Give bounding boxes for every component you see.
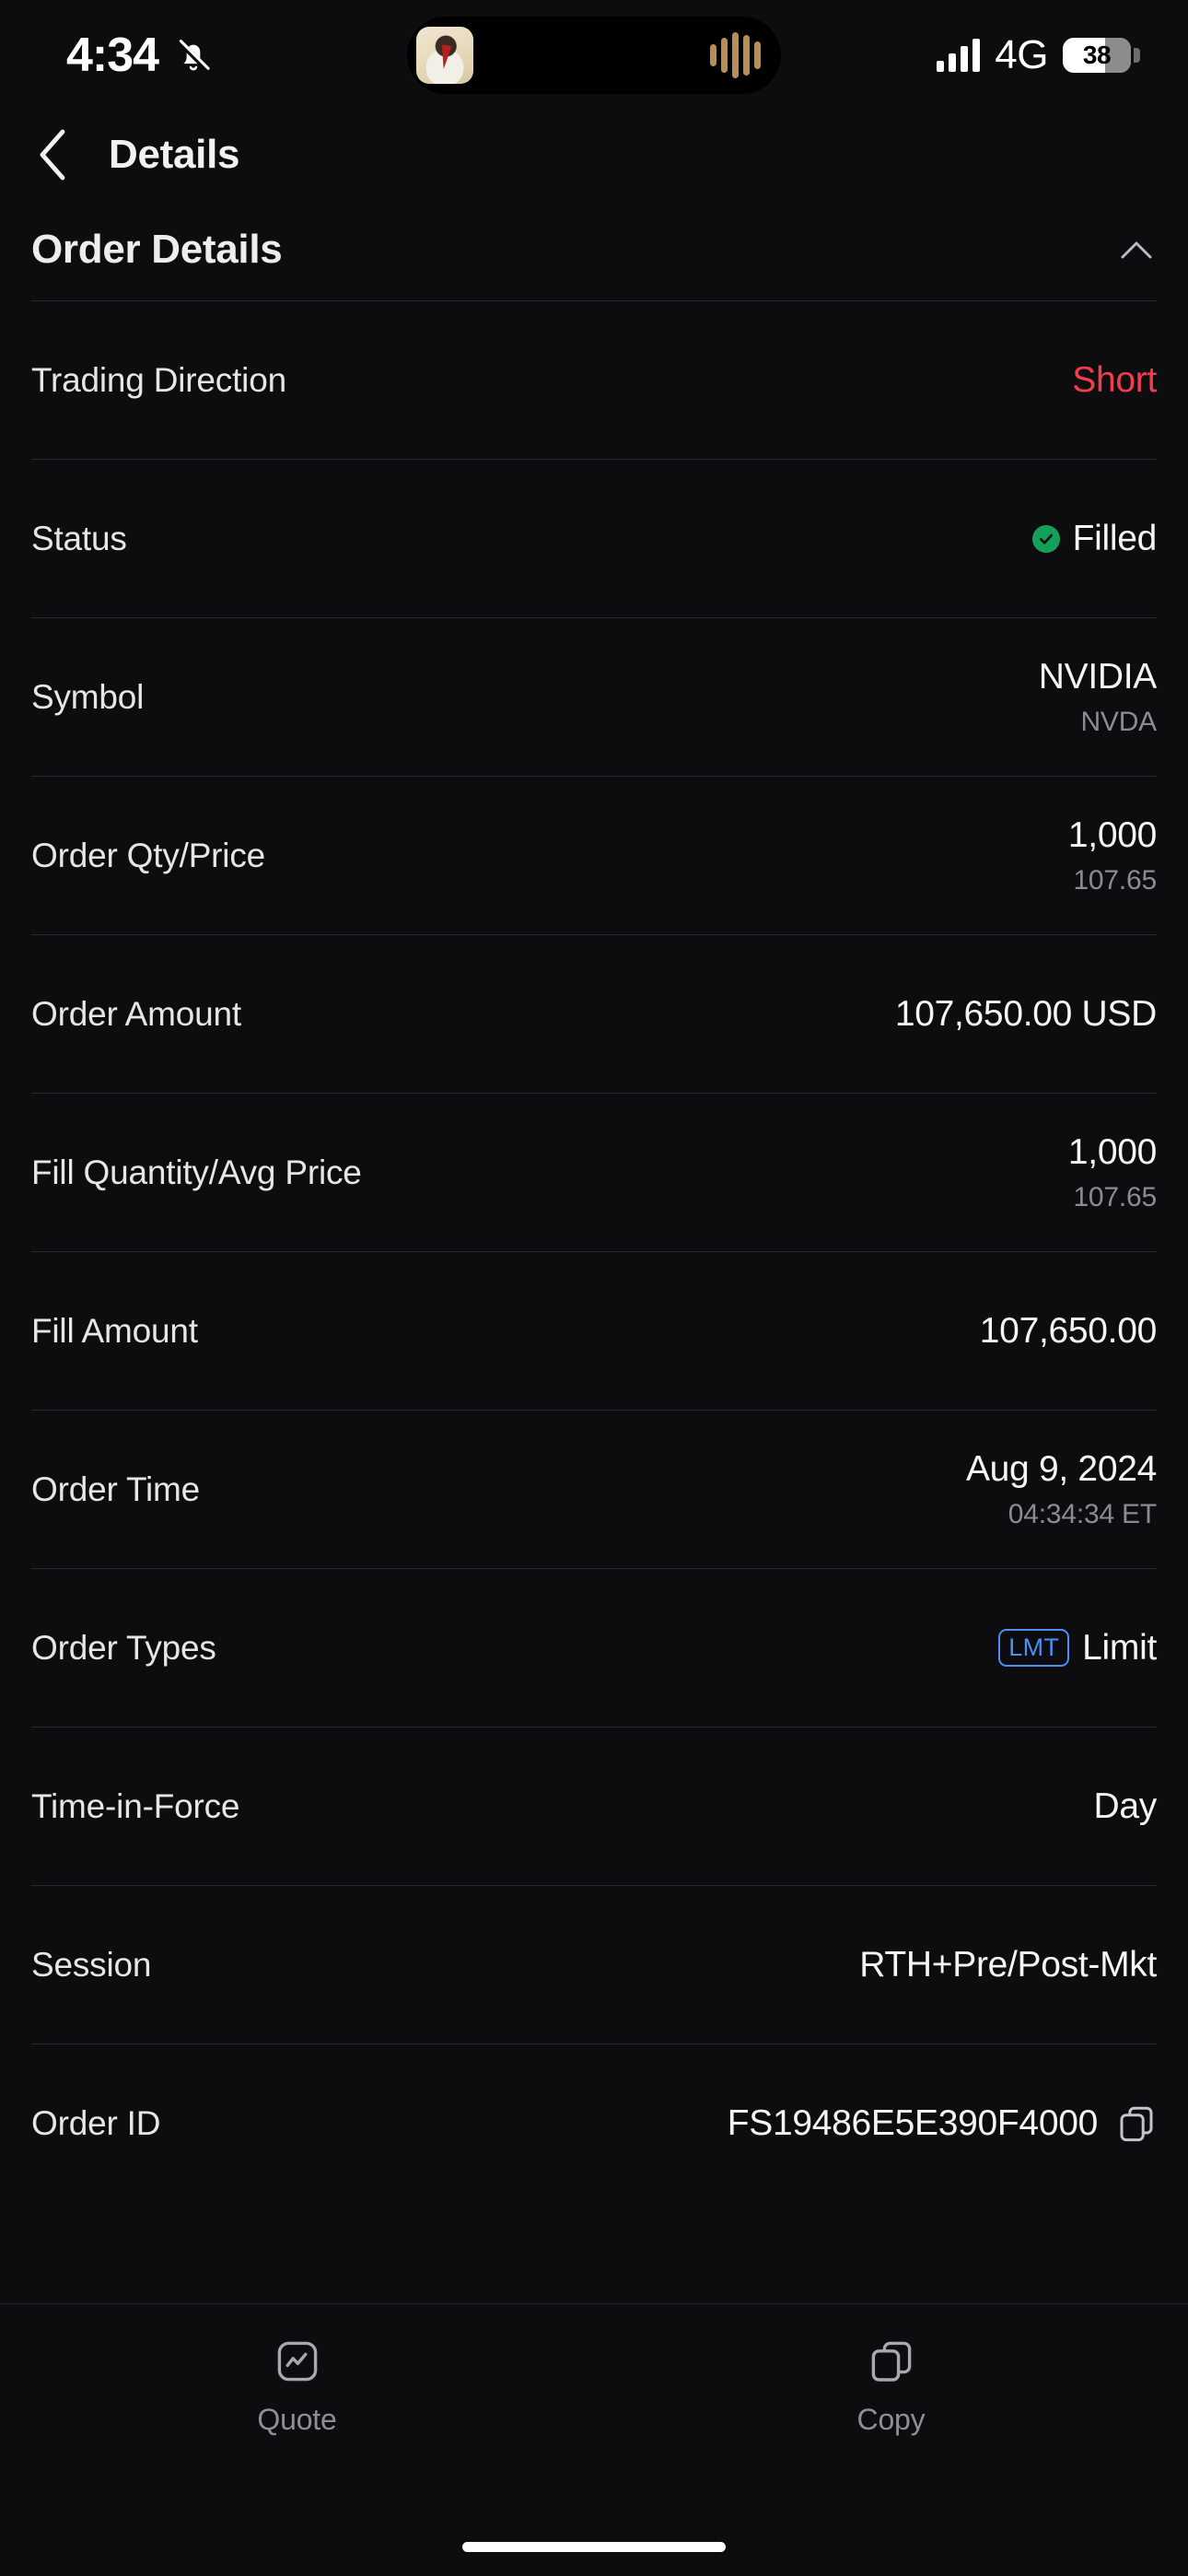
row-label: Symbol	[31, 677, 145, 716]
section-title: Order Details	[31, 227, 283, 272]
battery-percent-label: 38	[1082, 41, 1112, 69]
status-badge: Filled	[1031, 518, 1158, 559]
row-value: NVIDIA	[1038, 656, 1158, 697]
row-label: Order Qty/Price	[31, 836, 265, 874]
row-value-group: 1,000 107.65	[1068, 1132, 1157, 1213]
row-value: 1,000	[1067, 1131, 1157, 1172]
table-row: Symbol NVIDIA NVDA	[31, 617, 1157, 776]
table-row: Order Time Aug 9, 2024 04:34:34 ET	[31, 1410, 1157, 1568]
order-details-list: Trading Direction Short Status Filled Sy…	[0, 300, 1188, 2202]
order-type-badge: LMT	[998, 1628, 1070, 1668]
row-label: Order Amount	[31, 994, 241, 1033]
table-row: Fill Quantity/Avg Price 1,000 107.65	[31, 1093, 1157, 1251]
quote-button-label: Quote	[257, 2403, 337, 2436]
row-label: Order ID	[31, 2103, 161, 2142]
row-value: 1,000	[1067, 814, 1157, 855]
chart-square-icon	[274, 2337, 321, 2390]
row-label: Status	[31, 519, 127, 557]
cellular-signal-icon	[937, 39, 981, 72]
row-subvalue: NVDA	[1080, 706, 1157, 737]
row-value: Aug 9, 2024	[965, 1448, 1157, 1489]
page-title: Details	[109, 132, 240, 177]
status-bar-clock: 4:34	[66, 29, 159, 82]
row-label: Order Time	[31, 1469, 201, 1508]
navigation-bar: Details	[0, 111, 1188, 199]
back-button[interactable]	[31, 127, 74, 182]
status-bar-right: 4G 38	[937, 32, 1140, 78]
row-label: Order Types	[31, 1628, 216, 1667]
status-bar-left: 4:34	[66, 28, 343, 83]
table-row: Order Qty/Price 1,000 107.65	[31, 776, 1157, 934]
chevron-up-icon[interactable]	[1116, 229, 1157, 270]
bottom-toolbar: Quote Copy	[0, 2303, 1188, 2576]
check-circle-icon	[1031, 524, 1060, 553]
table-row: Fill Amount 107,650.00	[31, 1251, 1157, 1410]
audio-waveform-icon	[710, 32, 761, 78]
album-art-thumbnail	[416, 27, 473, 84]
table-row: Session RTH+Pre/Post-Mkt	[31, 1885, 1157, 2043]
row-value: Limit	[1082, 1627, 1157, 1668]
row-label: Trading Direction	[31, 360, 286, 399]
table-row: Order Amount 107,650.00 USD	[31, 934, 1157, 1093]
row-value-group: FS19486E5E390F4000	[728, 2103, 1157, 2144]
row-value: Filled	[1072, 518, 1158, 558]
table-row: Order ID FS19486E5E390F4000	[31, 2043, 1157, 2202]
battery-indicator: 38	[1063, 38, 1140, 73]
table-row: Trading Direction Short	[31, 300, 1157, 459]
table-row: Time-in-Force Day	[31, 1727, 1157, 1885]
row-value: Short	[1072, 359, 1157, 400]
battery-icon: 38	[1063, 38, 1131, 73]
copy-icon	[868, 2337, 915, 2390]
status-bar: 4:34 4G 38	[0, 0, 1188, 111]
row-subvalue: 107.65	[1073, 1181, 1157, 1212]
quote-button[interactable]: Quote	[0, 2337, 594, 2437]
table-row: Order Types LMT Limit	[31, 1568, 1157, 1727]
row-subvalue: 107.65	[1073, 864, 1157, 896]
row-value: Day	[1093, 1786, 1158, 1826]
bell-slash-icon	[173, 35, 214, 76]
row-value-group: 1,000 107.65	[1068, 815, 1157, 896]
copy-icon[interactable]	[1116, 2103, 1157, 2144]
row-subvalue: 04:34:34 ET	[1007, 1498, 1157, 1529]
row-value: 107,650.00 USD	[894, 993, 1157, 1034]
copy-button-label: Copy	[856, 2403, 926, 2436]
dynamic-island[interactable]	[407, 17, 781, 94]
row-label: Time-in-Force	[31, 1786, 240, 1825]
row-value-group: NVIDIA NVDA	[1038, 656, 1158, 738]
row-value: FS19486E5E390F4000	[727, 2102, 1099, 2143]
row-value-group: LMT Limit	[998, 1628, 1157, 1669]
row-label: Session	[31, 1945, 152, 1984]
table-row: Status Filled	[31, 459, 1157, 617]
copy-button[interactable]: Copy	[594, 2337, 1188, 2437]
row-value: 107,650.00	[979, 1310, 1158, 1351]
home-indicator	[462, 2542, 726, 2552]
row-label: Fill Amount	[31, 1311, 198, 1350]
row-label: Fill Quantity/Avg Price	[31, 1153, 362, 1191]
row-value: RTH+Pre/Post-Mkt	[859, 1944, 1157, 1985]
network-type-label: 4G	[995, 32, 1048, 77]
order-details-section-header[interactable]: Order Details	[0, 199, 1188, 300]
row-value-group: Aug 9, 2024 04:34:34 ET	[966, 1449, 1157, 1530]
